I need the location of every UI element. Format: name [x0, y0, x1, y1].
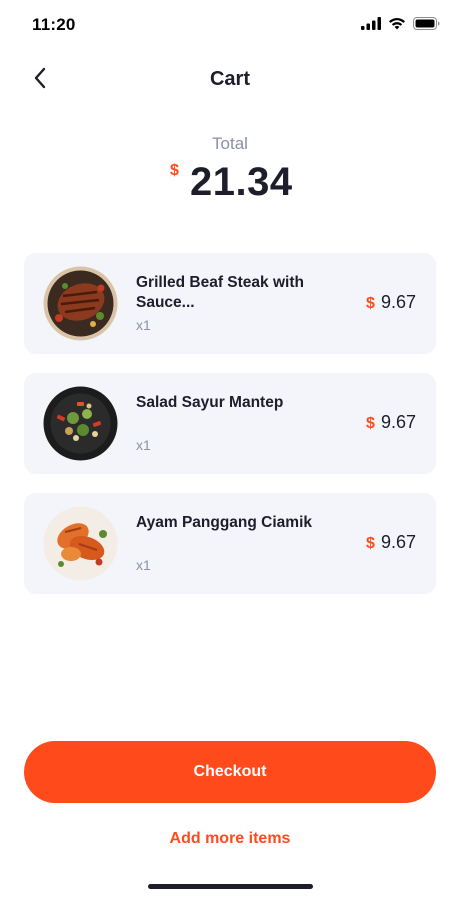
item-price-group: $ 9.67 — [366, 412, 416, 433]
item-price: 9.67 — [380, 412, 416, 432]
item-price-group: $ 9.67 — [366, 532, 416, 553]
total-amount: 21.34 — [190, 160, 293, 204]
home-indicator — [148, 884, 313, 889]
page-title: Cart — [209, 68, 250, 90]
item-name: Ayam Panggang Ciamik — [136, 514, 313, 531]
cart-list: Grilled Beaf Steak with Sauce... x1 $ 9.… — [24, 253, 436, 613]
item-price: 9.67 — [380, 532, 416, 552]
add-more-items-link[interactable]: Add more items — [0, 830, 460, 848]
chicken-dish-image — [43, 506, 118, 581]
signal-icon — [361, 17, 381, 30]
item-quantity: x1 — [136, 437, 151, 453]
salad-dish-image — [43, 386, 118, 461]
battery-icon — [413, 17, 440, 30]
cart-item[interactable]: Grilled Beaf Steak with Sauce... x1 $ 9.… — [24, 253, 436, 354]
status-time: 11:20 — [32, 15, 76, 34]
status-bar: 11:20 — [0, 0, 460, 50]
item-name: Grilled Beaf Steak with Sauce... — [136, 274, 304, 311]
cart-item[interactable]: Ayam Panggang Ciamik x1 $ 9.67 — [24, 493, 436, 594]
total-summary: Total $ 21.34 — [0, 134, 460, 210]
item-currency: $ — [366, 295, 375, 312]
item-currency: $ — [366, 415, 375, 432]
total-amount-row: $ 21.34 — [0, 160, 460, 210]
cart-item[interactable]: Salad Sayur Mantep x1 $ 9.67 — [24, 373, 436, 474]
wifi-icon — [388, 17, 406, 30]
item-price-group: $ 9.67 — [366, 292, 416, 313]
nav-bar: Cart — [0, 58, 460, 102]
item-name: Salad Sayur Mantep — [136, 394, 284, 411]
item-price: 9.67 — [380, 292, 416, 312]
checkout-button[interactable]: Checkout — [24, 741, 436, 803]
item-quantity: x1 — [136, 557, 151, 573]
item-quantity: x1 — [136, 317, 151, 333]
status-icons — [361, 17, 440, 30]
total-currency: $ — [170, 162, 179, 179]
item-currency: $ — [366, 535, 375, 552]
steak-dish-image — [43, 266, 118, 341]
total-label: Total — [212, 134, 248, 153]
